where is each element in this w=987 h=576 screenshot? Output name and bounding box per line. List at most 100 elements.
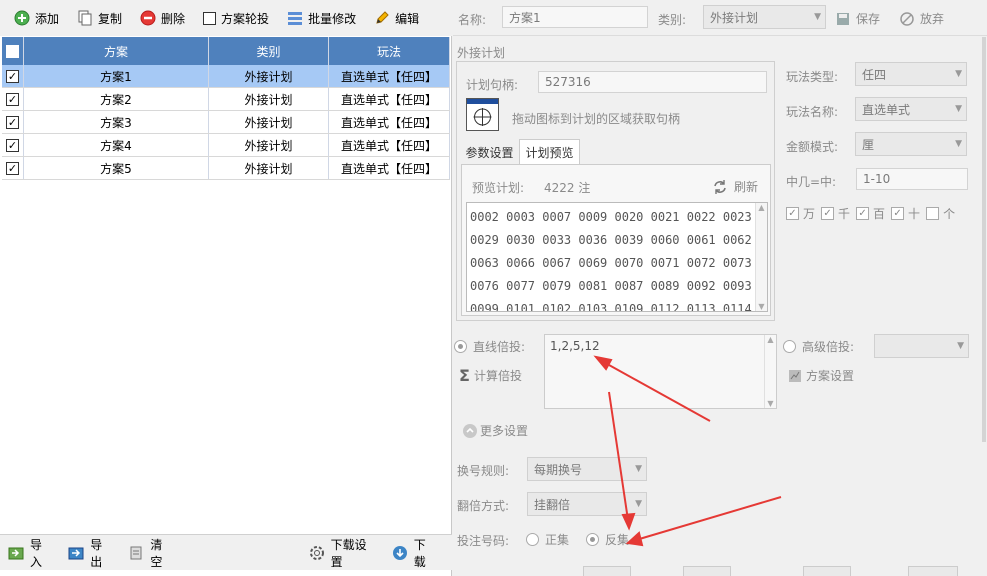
checkbox-box: ✓ <box>821 207 835 220</box>
cutoff-field[interactable] <box>908 566 958 576</box>
type-label: 类别: <box>658 13 687 27</box>
cell-plan: 方案2 <box>24 88 209 110</box>
refresh-button[interactable]: 刷新 <box>712 178 758 195</box>
download-settings-button[interactable]: 下载设置 <box>309 536 376 570</box>
number-line: 0029 0030 0033 0036 0039 0060 0061 0062 <box>470 233 752 247</box>
cell-play: 直选单式【任四】 <box>329 134 450 156</box>
bet-positive-radio[interactable]: 正集 <box>526 531 569 548</box>
number-list[interactable]: 0002 0003 0007 0009 0020 0021 0022 0023 0… <box>466 202 768 312</box>
cell-play: 直选单式【任四】 <box>329 111 450 133</box>
multiplier-scrollbar[interactable]: ▲ ▼ <box>764 335 776 408</box>
position-checkbox[interactable]: ✓ 百 <box>856 205 885 222</box>
row-checkbox[interactable]: ✓ <box>2 65 24 87</box>
number-line: 0076 0077 0079 0081 0087 0089 0092 0093 <box>470 279 752 293</box>
play-name-select[interactable]: 直选单式 ▼ <box>855 97 967 121</box>
cell-plan: 方案5 <box>24 157 209 179</box>
download-icon <box>392 545 408 561</box>
row-checkbox[interactable]: ✓ <box>2 111 24 133</box>
chevron-down-icon: ▼ <box>814 12 821 22</box>
bet-negative-radio[interactable]: 反集 <box>586 531 629 548</box>
hit-label: 中几=中: <box>786 175 837 189</box>
cutoff-field[interactable] <box>583 566 631 576</box>
save-button[interactable]: 保存 <box>836 10 880 27</box>
number-lines: 0002 0003 0007 0009 0020 0021 0022 0023 0… <box>467 203 755 311</box>
number-line: 0002 0003 0007 0009 0020 0021 0022 0023 <box>470 210 752 224</box>
position-checkbox[interactable]: 个 <box>926 205 955 222</box>
rotate-plan-checkbox[interactable]: 方案轮投 <box>197 6 275 30</box>
table-row[interactable]: ✓ 方案3 外接计划 直选单式【任四】 <box>2 111 450 134</box>
position-checkbox[interactable]: ✓ 十 <box>891 205 920 222</box>
copy-icon <box>77 10 93 26</box>
delete-button[interactable]: 删除 <box>134 6 191 30</box>
target-drag-icon[interactable] <box>466 98 499 131</box>
preview-count: 4222 注 <box>544 181 591 195</box>
checkmark-icon: ✓ <box>6 69 19 83</box>
import-button[interactable]: 导入 <box>8 536 52 570</box>
gear-icon <box>309 545 325 561</box>
tab-params[interactable]: 参数设置 <box>461 140 518 164</box>
row-checkbox[interactable]: ✓ <box>2 157 24 179</box>
calc-multiplier-button[interactable]: Σ 计算倍投 <box>459 366 522 385</box>
switch-rule-select[interactable]: 每期换号 ▼ <box>527 457 647 481</box>
name-input[interactable]: 方案1 <box>502 6 648 28</box>
column-header-play[interactable]: 玩法 <box>329 37 450 65</box>
checkbox-box <box>926 207 940 220</box>
radio-dot <box>526 533 539 546</box>
play-type-select[interactable]: 任四 ▼ <box>855 62 967 86</box>
batch-edit-button[interactable]: 批量修改 <box>281 6 362 30</box>
scroll-down-icon: ▼ <box>767 399 774 408</box>
discard-button[interactable]: 放弃 <box>900 10 944 27</box>
drag-hint: 拖动图标到计划的区域获取句柄 <box>512 112 681 126</box>
row-checkbox[interactable]: ✓ <box>2 88 24 110</box>
advanced-multiplier-radio[interactable]: 高级倍投: <box>783 338 854 355</box>
add-icon <box>14 10 30 26</box>
clear-button[interactable]: 清空 <box>128 536 172 570</box>
copy-button[interactable]: 复制 <box>71 6 128 30</box>
tab-preview[interactable]: 计划预览 <box>519 139 580 165</box>
number-list-scrollbar[interactable]: ▲ ▼ <box>755 203 767 311</box>
handle-input[interactable]: 527316 <box>538 71 767 93</box>
chevron-down-icon: ▼ <box>957 341 964 351</box>
cell-play: 直选单式【任四】 <box>329 65 450 87</box>
position-checkbox[interactable]: ✓ 万 <box>786 205 815 222</box>
right-scrollbar-thumb[interactable] <box>982 37 986 442</box>
scheme-settings-button[interactable]: 方案设置 <box>788 367 854 384</box>
cell-plan: 方案3 <box>24 111 209 133</box>
clear-icon <box>128 545 144 561</box>
table-row[interactable]: ✓ 方案2 外接计划 直选单式【任四】 <box>2 88 450 111</box>
checkbox-box: ✓ <box>786 207 799 220</box>
scroll-down-icon: ▼ <box>758 302 765 311</box>
type-select[interactable]: 外接计划 ▼ <box>703 5 826 29</box>
hit-input[interactable]: 1-10 <box>856 168 968 190</box>
export-icon <box>68 545 84 561</box>
export-button[interactable]: 导出 <box>68 536 112 570</box>
column-header-type[interactable]: 类别 <box>209 37 329 65</box>
cutoff-field[interactable] <box>683 566 731 576</box>
position-checkbox[interactable]: ✓ 千 <box>821 205 850 222</box>
external-group-title: 外接计划 <box>457 46 506 60</box>
linear-multiplier-radio[interactable]: 直线倍投: <box>454 338 525 355</box>
cell-type: 外接计划 <box>209 134 329 156</box>
row-checkbox[interactable]: ✓ <box>2 134 24 156</box>
chevron-down-icon: ▼ <box>635 464 642 474</box>
more-settings-button[interactable]: 更多设置 <box>462 422 528 439</box>
table-row[interactable]: ✓ 方案5 外接计划 直选单式【任四】 <box>2 157 450 180</box>
table-row[interactable]: ✓ 方案4 外接计划 直选单式【任四】 <box>2 134 450 157</box>
double-mode-label: 翻倍方式: <box>457 499 510 513</box>
right-scrollbar[interactable] <box>981 37 987 567</box>
column-header-plan[interactable]: 方案 <box>24 37 209 65</box>
edit-button[interactable]: 编辑 <box>368 6 425 30</box>
amount-mode-select[interactable]: 厘 ▼ <box>855 132 967 156</box>
advanced-multiplier-select[interactable]: ▼ <box>874 334 969 358</box>
add-button[interactable]: 添加 <box>8 6 65 30</box>
table-row[interactable]: ✓ 方案1 外接计划 直选单式【任四】 <box>2 65 450 88</box>
double-mode-select[interactable]: 挂翻倍 ▼ <box>527 492 647 516</box>
select-all-checkbox[interactable]: ✓ <box>2 37 24 65</box>
bet-numbers-label: 投注号码: <box>457 534 510 548</box>
radio-dot <box>783 340 796 353</box>
cell-type: 外接计划 <box>209 157 329 179</box>
preview-label: 预览计划: <box>472 181 525 195</box>
cutoff-field[interactable] <box>803 566 851 576</box>
download-button[interactable]: 下载 <box>392 536 436 570</box>
linear-multiplier-input[interactable]: 1,2,5,12 ▲ ▼ <box>544 334 777 409</box>
